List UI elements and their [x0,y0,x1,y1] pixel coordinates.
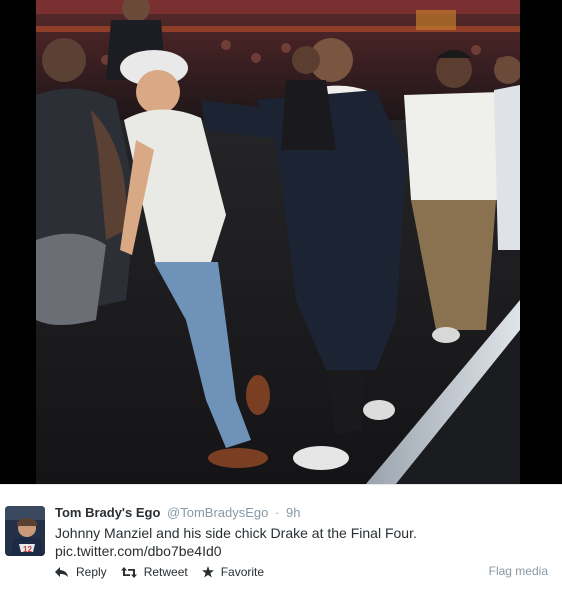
tweet-text: Johnny Manziel and his side chick Drake … [55,524,525,560]
tweet-timestamp[interactable]: 9h [286,505,300,520]
tweet-photo[interactable] [36,0,520,484]
retweet-icon [120,566,137,578]
author-handle[interactable]: @TomBradysEgo [167,505,268,520]
tweet-header: Tom Brady's Ego @TomBradysEgo · 9h [55,505,300,521]
avatar[interactable]: 12 [5,506,45,556]
retweet-button[interactable]: Retweet [120,565,188,579]
favorite-label: Favorite [220,565,265,579]
reply-label: Reply [76,565,107,579]
reply-button[interactable]: Reply [55,565,107,579]
retweet-label: Retweet [143,565,188,579]
tweet-permalink: 12 Tom Brady's Ego @TomBradysEgo · 9h Jo… [0,0,562,598]
tweet-actions: Reply Retweet Favorite [55,565,278,579]
reply-arrow-icon [55,566,68,577]
media-frame [0,0,562,484]
star-icon [201,566,214,578]
photo-illustration [36,0,520,484]
svg-text:12: 12 [23,545,32,554]
author-name[interactable]: Tom Brady's Ego [55,505,160,520]
tweet: 12 Tom Brady's Ego @TomBradysEgo · 9h Jo… [0,484,562,598]
tweet-media-link[interactable]: pic.twitter.com/dbo7be4Id0 [55,542,525,560]
avatar-image: 12 [5,506,45,556]
tweet-body: Johnny Manziel and his side chick Drake … [55,525,417,541]
favorite-button[interactable]: Favorite [201,565,265,579]
header-separator: · [275,505,280,520]
flag-media-link[interactable]: Flag media [489,564,548,578]
